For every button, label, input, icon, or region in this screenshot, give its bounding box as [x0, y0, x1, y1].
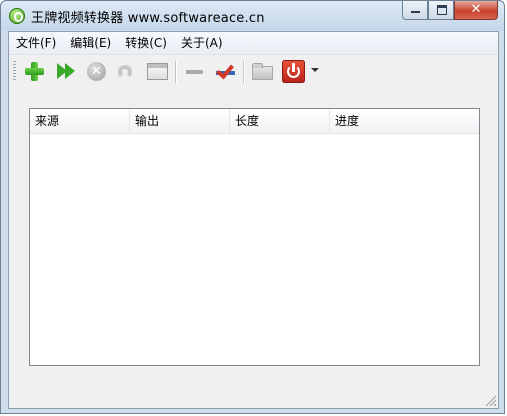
- column-header-source[interactable]: 来源: [30, 109, 130, 133]
- menu-bar: 文件(F) 编辑(E) 转换(C) 关于(A): [9, 32, 498, 55]
- toolbar: ✕: [9, 55, 498, 87]
- redo-icon: [118, 65, 132, 79]
- column-header-length[interactable]: 长度: [230, 109, 330, 133]
- minimize-icon: [411, 11, 420, 13]
- remove-icon: [186, 70, 203, 74]
- power-button[interactable]: [282, 60, 305, 83]
- maximize-button[interactable]: [428, 1, 454, 20]
- list-header: 来源 输出 长度 进度: [30, 109, 479, 134]
- stop-icon: ✕: [87, 62, 106, 81]
- client-area: 文件(F) 编辑(E) 转换(C) 关于(A) ✕ 来源 输出 长度 进度: [8, 31, 499, 409]
- minimize-button[interactable]: [402, 1, 428, 20]
- menu-file[interactable]: 文件(F): [9, 33, 63, 53]
- stop-button[interactable]: ✕: [85, 60, 108, 83]
- title-bar[interactable]: 王牌视频转换器 www.softwareace.cn ✕: [1, 1, 504, 31]
- window-title: 王牌视频转换器 www.softwareace.cn: [31, 11, 265, 26]
- redo-button[interactable]: [115, 60, 138, 83]
- open-folder-icon: [252, 63, 273, 80]
- app-logo-icon[interactable]: [9, 8, 25, 24]
- settings-window-icon: [147, 63, 168, 80]
- check-all-icon: [216, 60, 234, 80]
- dropdown-arrow-icon[interactable]: [311, 68, 319, 72]
- add-file-button[interactable]: [23, 60, 46, 83]
- check-all-button[interactable]: [214, 60, 237, 83]
- menu-convert[interactable]: 转换(C): [118, 33, 174, 53]
- caption-buttons: ✕: [402, 1, 498, 21]
- toolbar-separator: [175, 61, 177, 83]
- menu-edit[interactable]: 编辑(E): [63, 33, 118, 53]
- start-convert-button[interactable]: [54, 60, 77, 83]
- toolbar-grip[interactable]: [13, 61, 16, 82]
- app-window: 王牌视频转换器 www.softwareace.cn ✕ 文件(F) 编辑(E)…: [0, 0, 505, 414]
- close-button[interactable]: ✕: [454, 1, 498, 20]
- menu-about[interactable]: 关于(A): [174, 33, 230, 53]
- close-icon: ✕: [470, 2, 482, 17]
- column-header-progress[interactable]: 进度: [330, 109, 478, 133]
- settings-window-button[interactable]: [146, 60, 169, 83]
- conversion-list[interactable]: 来源 输出 长度 进度: [29, 108, 480, 366]
- toolbar-separator: [243, 61, 245, 83]
- open-folder-button[interactable]: [251, 60, 274, 83]
- resize-grip[interactable]: [484, 394, 496, 406]
- remove-button[interactable]: [183, 60, 206, 83]
- maximize-icon: [437, 5, 447, 15]
- column-header-output[interactable]: 输出: [130, 109, 230, 133]
